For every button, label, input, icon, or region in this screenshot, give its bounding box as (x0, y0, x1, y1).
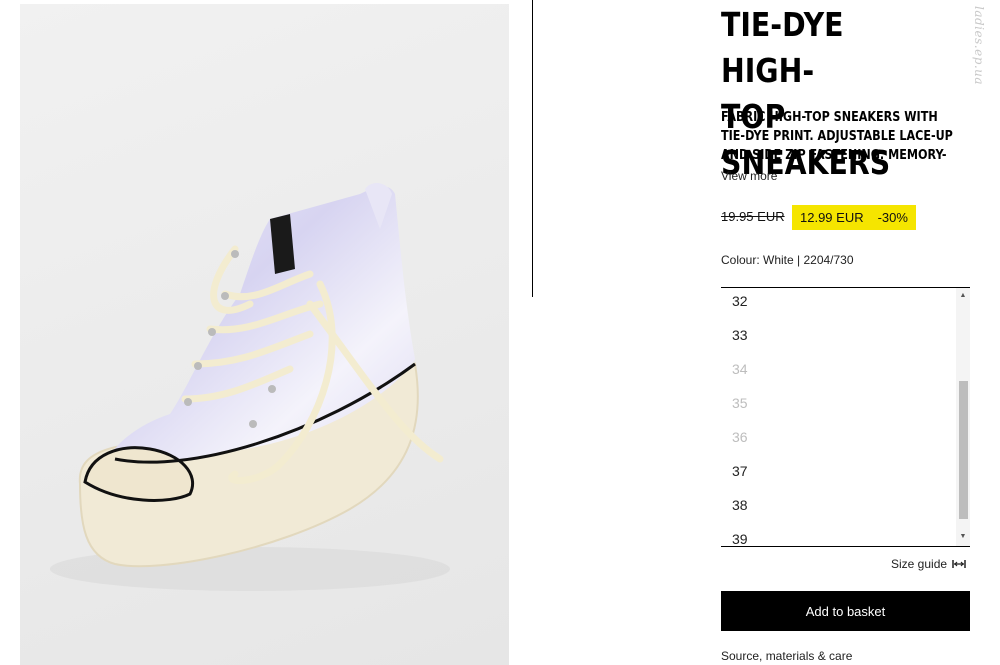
product-image[interactable] (20, 4, 509, 665)
size-option[interactable]: 39 (732, 531, 748, 546)
old-price: 19.95 EUR (721, 209, 785, 224)
discount-badge: -30% (877, 210, 908, 225)
size-selector[interactable]: 32 33 34 35 36 37 38 39 ▲ ▼ (721, 287, 970, 547)
vertical-divider (532, 0, 533, 297)
size-list-scrollbar[interactable]: ▲ ▼ (956, 288, 970, 546)
size-option[interactable]: 37 (732, 463, 748, 479)
new-price: 12.99 EUR (800, 210, 864, 225)
size-option-unavailable[interactable]: 35 (732, 395, 748, 411)
product-description: FABRIC HIGH-TOP SNEAKERS WITH TIE-DYE PR… (721, 110, 953, 163)
scroll-thumb[interactable] (959, 381, 968, 519)
price-highlight: 12.99 EUR -30% (792, 205, 916, 230)
size-option-unavailable[interactable]: 36 (732, 429, 748, 445)
source-materials-link[interactable]: Source, materials & care (721, 649, 852, 663)
size-option[interactable]: 33 (732, 327, 748, 343)
size-guide-label: Size guide (891, 557, 948, 571)
size-guide-link[interactable]: Size guide (891, 557, 966, 571)
scroll-up-arrow-icon[interactable]: ▲ (956, 292, 970, 299)
view-more-link[interactable]: View more (721, 169, 777, 183)
add-to-basket-button[interactable]: Add to basket (721, 591, 970, 631)
sneaker-illustration (50, 182, 450, 591)
scroll-down-arrow-icon[interactable]: ▼ (956, 533, 970, 540)
colour-info: Colour: White | 2204/730 (721, 253, 854, 267)
watermark: ladies.ep.ua (972, 6, 986, 86)
ruler-arrows-icon (952, 560, 966, 568)
size-option-unavailable[interactable]: 34 (732, 361, 748, 377)
size-option[interactable]: 38 (732, 497, 748, 513)
size-option[interactable]: 32 (732, 293, 748, 309)
